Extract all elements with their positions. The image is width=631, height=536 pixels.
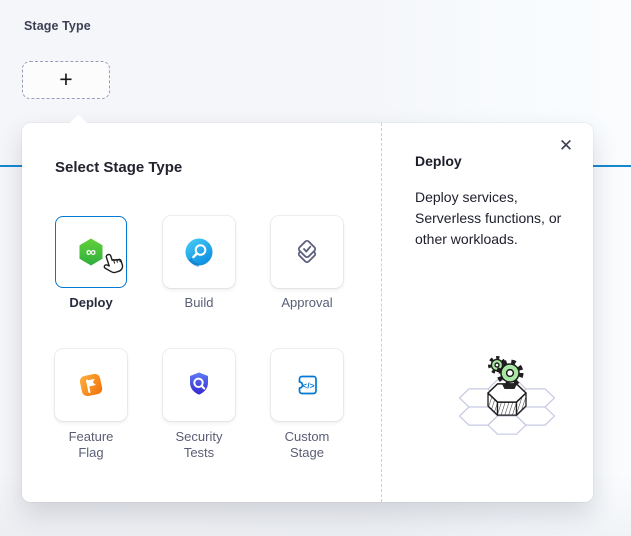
- detail-title: Deploy: [415, 153, 462, 169]
- pipeline-canvas: Stage Type + Select Stage Type ✕ ∞: [0, 0, 631, 536]
- close-icon: ✕: [559, 136, 573, 156]
- vertical-dashed-divider: [381, 123, 382, 502]
- detail-description: Deploy services, Serverless functions, o…: [415, 187, 587, 250]
- cd-deploy-icon: ∞: [76, 237, 106, 267]
- stage-tile-custom-stage[interactable]: </>: [271, 349, 343, 421]
- stage-tile-label-approval: Approval: [263, 295, 351, 311]
- add-stage-button[interactable]: +: [22, 61, 110, 99]
- stage-tile-label-build: Build: [155, 295, 243, 311]
- plus-icon: +: [59, 68, 72, 91]
- feature-flag-icon: [76, 370, 106, 400]
- approval-icon: [291, 236, 323, 268]
- ci-build-icon: [184, 237, 214, 267]
- svg-text:</>: </>: [302, 380, 314, 390]
- deploy-illustration: [422, 343, 594, 455]
- stage-type-label: Stage Type: [24, 19, 91, 33]
- stage-tile-feature-flag[interactable]: [55, 349, 127, 421]
- security-tests-icon: [184, 370, 214, 400]
- stage-tile-security-tests[interactable]: [163, 349, 235, 421]
- stage-tile-label-security-tests: Security Tests: [164, 429, 234, 461]
- popover-title: Select Stage Type: [55, 159, 182, 176]
- stage-tile-deploy[interactable]: ∞: [55, 216, 127, 288]
- custom-stage-icon: </>: [292, 370, 322, 400]
- close-button[interactable]: ✕: [555, 135, 577, 157]
- stage-tile-label-feature-flag: Feature Flag: [56, 429, 126, 461]
- popover-arrow: [69, 114, 87, 132]
- stage-tile-build[interactable]: [163, 216, 235, 288]
- stage-tile-label-deploy: Deploy: [47, 295, 135, 311]
- stage-tile-approval[interactable]: [271, 216, 343, 288]
- stage-tile-label-custom-stage: Custom Stage: [272, 429, 342, 461]
- svg-text:∞: ∞: [86, 244, 96, 260]
- select-stage-type-popover: Select Stage Type ✕ ∞: [22, 123, 593, 502]
